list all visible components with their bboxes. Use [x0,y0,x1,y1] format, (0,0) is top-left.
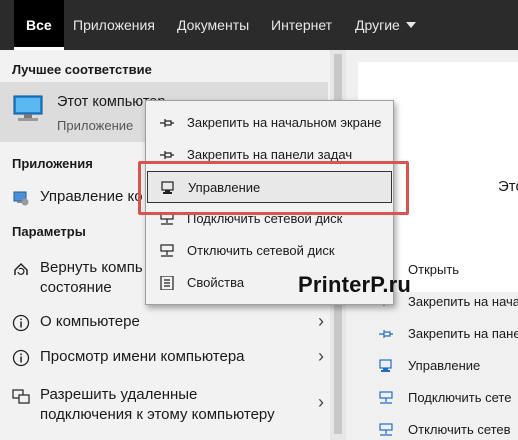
pin-icon [160,151,174,159]
action-label: Закрепить на пане [408,326,518,341]
tab-documents[interactable]: Документы [165,0,261,50]
manage-icon [379,359,392,372]
info-icon [12,314,30,332]
tab-more[interactable]: Другие [343,0,428,50]
computer-icon [13,95,43,121]
tab-internet[interactable]: Интернет [259,0,344,50]
list-item-label: Просмотр имени компьютера [40,348,245,365]
action-label: Отключить сетев [408,422,511,437]
action-label: Закрепить на нача [408,294,518,309]
list-item-label: О компьютере [40,313,140,330]
list-item-about-pc[interactable]: О компьютере › [0,308,330,338]
highlight-frame [138,161,409,215]
pin-icon [160,119,174,127]
computer-management-icon [13,191,29,206]
best-match-subtitle: Приложение [57,118,134,133]
search-filter-tabs: Все Приложения Документы Интернет Другие [0,0,518,50]
list-item-allow-remote[interactable]: Разрешить удаленные подключения к этому … [0,382,330,430]
chevron-right-icon: › [318,346,324,366]
menu-item-label: Свойства [187,275,245,290]
chevron-down-icon [405,22,416,28]
network-drive-icon [379,423,393,436]
best-match-heading: Лучшее соответствие [12,62,152,77]
network-drive-icon [160,244,174,257]
watermark: PrinterP.ru [298,272,412,297]
list-item-label-line2: подключения к этому компьютеру [40,406,275,423]
list-item-label-line1: Разрешить удаленные [40,386,198,403]
reset-icon [14,262,28,275]
tab-more-label: Другие [355,17,400,33]
action-label: Открыть [408,262,460,277]
info-icon [12,349,30,367]
list-item-label-line1: Вернуть компь [40,259,143,276]
chevron-right-icon: › [318,392,324,412]
properties-icon [160,276,174,290]
settings-heading: Параметры [12,224,86,239]
remote-desktop-icon [12,389,30,404]
tab-all[interactable]: Все [14,0,64,50]
preview-title: Это [498,178,518,195]
menu-item-pin-start[interactable]: Закрепить на начальном экране [147,107,392,139]
list-item-label: Управление ко [40,188,143,205]
apps-heading: Приложения [12,156,93,171]
chevron-right-icon: › [318,311,324,331]
menu-item-label: Отключить сетевой диск [187,243,335,258]
list-item-label-line2: состояние [40,279,112,296]
pin-icon [379,330,393,338]
menu-item-disconnect-drive[interactable]: Отключить сетевой диск [147,235,392,267]
list-item-view-pc-name[interactable]: Просмотр имени компьютера › [0,343,330,373]
menu-item-label: Закрепить на панели задач [187,147,353,162]
menu-item-label: Закрепить на начальном экране [187,115,382,130]
network-drive-icon [379,391,393,404]
action-label: Подключить сете [408,390,512,405]
action-label: Управление [408,358,481,373]
tab-apps[interactable]: Приложения [61,0,167,50]
